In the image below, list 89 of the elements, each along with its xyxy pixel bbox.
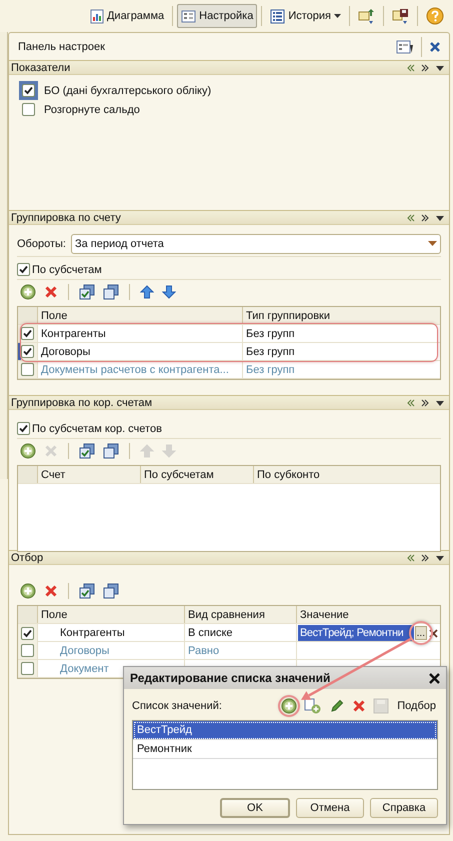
- panel-settings-button[interactable]: [394, 38, 416, 56]
- uncheck-all-button[interactable]: [102, 283, 120, 301]
- column-header[interactable]: Тип группировки: [243, 307, 440, 324]
- section-header[interactable]: Показатели: [9, 61, 449, 75]
- value-field[interactable]: ВестТрейд; Ремонтни: [298, 625, 414, 641]
- add-button[interactable]: [19, 442, 37, 460]
- clear-button[interactable]: [428, 628, 439, 638]
- row-selector-cell[interactable]: [18, 642, 38, 659]
- column-header[interactable]: Значение: [297, 606, 440, 623]
- collapse-controls-icon: [407, 64, 445, 72]
- column-header[interactable]: По субконто: [254, 466, 440, 483]
- form-icon: [181, 10, 196, 22]
- checkbox[interactable]: [21, 345, 34, 358]
- chart-icon: [90, 8, 104, 24]
- uncheck-all-button[interactable]: [102, 582, 120, 600]
- table-cell: Контрагенты: [38, 624, 185, 642]
- save-icon: [392, 8, 409, 24]
- table-cell: Договоры: [38, 642, 185, 659]
- history-button[interactable]: История: [266, 4, 345, 28]
- add-button[interactable]: [280, 697, 298, 715]
- check-all-button[interactable]: [78, 442, 96, 460]
- column-header[interactable]: Поле: [38, 606, 185, 623]
- checkbox[interactable]: [21, 644, 34, 657]
- row-selector-cell[interactable]: [18, 660, 38, 677]
- table-cell: Равно: [185, 642, 297, 659]
- section-header[interactable]: Группировка по счету: [9, 211, 449, 225]
- row-selector-cell[interactable]: [18, 325, 38, 342]
- chart-button[interactable]: Диаграмма: [86, 4, 168, 28]
- delete-button[interactable]: [43, 284, 59, 300]
- dropdown-arrow-icon: [428, 241, 436, 246]
- highlight-ring: [408, 621, 433, 645]
- delete-button[interactable]: [43, 583, 59, 599]
- checkbox[interactable]: [21, 363, 34, 376]
- check-all-button[interactable]: [78, 582, 96, 600]
- checkbox-label: По субсчетам: [32, 264, 102, 276]
- up-arrow-button[interactable]: [139, 284, 155, 300]
- checkbox[interactable]: [22, 103, 35, 116]
- table-cell: Документы расчетов с контрагента...: [38, 361, 243, 378]
- list-label: Список значений:: [132, 700, 223, 712]
- dialog-button[interactable]: Справка: [370, 798, 438, 818]
- section-header[interactable]: Группировка по кор. счетам: [9, 396, 449, 410]
- down-arrow-button[interactable]: [161, 284, 177, 300]
- table-cell-text: Без групп: [245, 326, 296, 342]
- pick-button[interactable]: Подбор: [395, 700, 438, 712]
- caret-icon: [334, 14, 341, 18]
- settings-button[interactable]: Настройка: [177, 4, 258, 28]
- checkbox[interactable]: [17, 422, 30, 435]
- dialog-button[interactable]: Отмена: [296, 798, 364, 818]
- checkbox-label: По субсчетам кор. счетов: [32, 422, 162, 434]
- panel-title: Панель настроек: [18, 40, 106, 52]
- add-copy-button[interactable]: [303, 697, 324, 715]
- collapse-controls-icon: [407, 214, 445, 222]
- help-icon: [426, 7, 444, 25]
- collapse-controls-icon: [407, 398, 445, 406]
- close-button[interactable]: [429, 672, 440, 684]
- section-header[interactable]: Отбор: [9, 551, 449, 565]
- table-cell-text: Без групп: [245, 362, 296, 378]
- delete-button[interactable]: [351, 698, 368, 714]
- row-selector-cell[interactable]: [18, 343, 38, 360]
- checkbox[interactable]: [21, 327, 34, 340]
- checkbox-label: Розгорнуте сальдо: [44, 104, 140, 116]
- checkbox[interactable]: [17, 263, 30, 276]
- checkbox[interactable]: [22, 84, 35, 97]
- row-selector-cell[interactable]: [18, 361, 38, 378]
- checkbox[interactable]: [21, 662, 34, 675]
- add-button[interactable]: [19, 283, 37, 301]
- list-item[interactable]: Ремонтник: [133, 740, 437, 759]
- table-cell: Контрагенты: [38, 325, 243, 342]
- column-header[interactable]: Поле: [38, 307, 243, 324]
- period-dropdown[interactable]: За период отчета: [70, 234, 441, 254]
- checkbox-label: БО (дані бухгалтерського обліку): [44, 84, 212, 96]
- add-button[interactable]: [19, 582, 37, 600]
- check-all-button[interactable]: [78, 283, 96, 301]
- list-icon: [270, 8, 286, 24]
- collapse-controls-icon: [407, 554, 445, 562]
- table-cell-text: Без групп: [245, 344, 296, 360]
- uncheck-all-button[interactable]: [102, 442, 120, 460]
- choose-button[interactable]: ...: [414, 626, 427, 640]
- field-label: Обороты:: [17, 238, 66, 250]
- list-item[interactable]: ВестТрейд: [133, 721, 437, 740]
- column-header[interactable]: Вид сравнения: [185, 606, 297, 623]
- export-icon: [358, 8, 375, 24]
- checkbox[interactable]: [21, 626, 34, 640]
- column-header[interactable]: По субсчетам: [141, 466, 254, 483]
- row-selector-cell[interactable]: [18, 624, 38, 642]
- table-cell: Договоры: [38, 343, 243, 360]
- column-header[interactable]: Счет: [38, 466, 141, 483]
- table-cell: В списке: [185, 624, 297, 642]
- dialog-button[interactable]: OK: [220, 798, 290, 818]
